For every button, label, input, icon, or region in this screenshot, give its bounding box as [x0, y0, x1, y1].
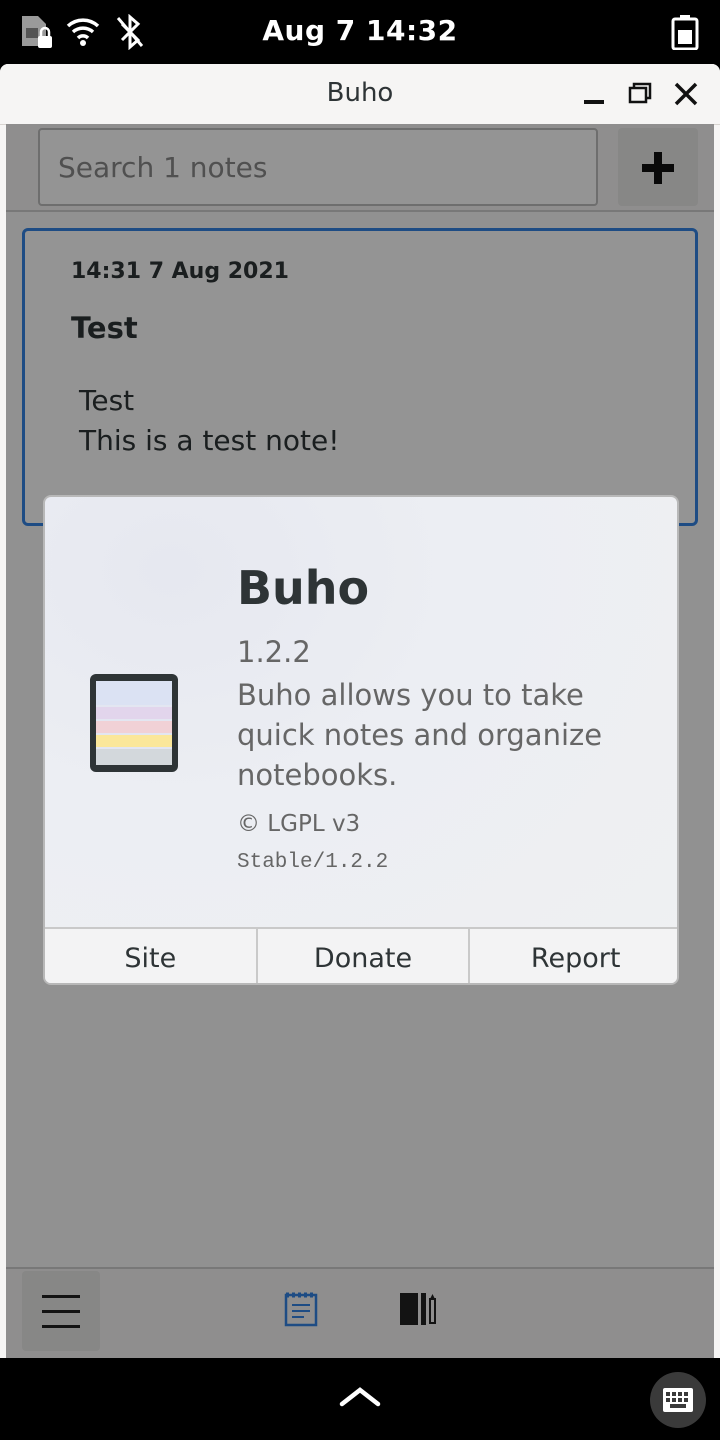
nav-bar [0, 1358, 720, 1440]
about-license: © LGPL v3 [237, 811, 361, 837]
window-title: Buho [326, 78, 394, 108]
maximize-icon[interactable] [624, 78, 656, 110]
about-description: Buho allows you to take quick notes and … [237, 678, 603, 792]
chevron-up-icon[interactable] [336, 1380, 384, 1417]
donate-button[interactable]: Donate [258, 929, 471, 983]
about-version: 1.2.2 [237, 635, 311, 669]
minimize-icon[interactable] [578, 78, 610, 110]
keyboard-button[interactable] [650, 1372, 706, 1428]
about-dialog: Buho 1.2.2 Buho allows you to take quick… [43, 495, 679, 985]
title-bar: Buho [0, 64, 720, 125]
about-button-row: Site Donate Report [45, 927, 677, 983]
about-app-name: Buho [237, 561, 370, 615]
app-logo-icon [89, 673, 179, 778]
keyboard-icon [662, 1386, 694, 1419]
battery-icon [670, 14, 700, 55]
close-icon[interactable] [670, 78, 702, 110]
about-build: Stable/1.2.2 [237, 851, 389, 874]
status-bar: Aug 7 14:32 [0, 0, 720, 64]
status-time: Aug 7 14:32 [262, 14, 458, 47]
report-button[interactable]: Report [470, 929, 677, 983]
site-button[interactable]: Site [45, 929, 258, 983]
